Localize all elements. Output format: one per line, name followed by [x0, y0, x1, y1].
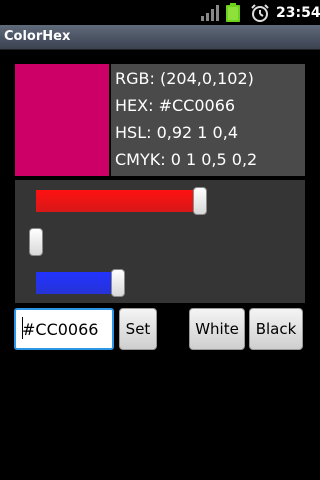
- battery-icon: [226, 3, 240, 22]
- hex-input[interactable]: [14, 308, 114, 350]
- text-cursor: [22, 317, 23, 339]
- cmyk-value: CMYK: 0 1 0,5 0,2: [115, 150, 258, 169]
- black-button[interactable]: Black: [249, 308, 303, 350]
- blue-slider-track[interactable]: [36, 272, 118, 294]
- color-swatch: [15, 64, 109, 176]
- set-button[interactable]: Set: [119, 308, 157, 350]
- blue-slider-thumb[interactable]: [111, 269, 125, 297]
- hsl-value: HSL: 0,92 1 0,4: [115, 123, 238, 142]
- white-button[interactable]: White: [189, 308, 245, 350]
- status-bar: 23:54: [0, 0, 320, 25]
- green-slider-thumb[interactable]: [29, 228, 43, 256]
- red-slider-thumb[interactable]: [193, 187, 207, 215]
- color-info-panel: RGB: (204,0,102) HEX: #CC0066 HSL: 0,92 …: [111, 64, 305, 176]
- alarm-icon: [251, 4, 269, 22]
- app-title: ColorHex: [4, 29, 71, 44]
- red-slider-track[interactable]: [36, 190, 200, 212]
- hex-value: HEX: #CC0066: [115, 96, 236, 115]
- rgb-sliders-panel: [15, 180, 305, 303]
- clock: 23:54: [276, 5, 320, 21]
- signal-icon: [201, 5, 219, 21]
- rgb-value: RGB: (204,0,102): [115, 69, 254, 88]
- title-bar: ColorHex: [0, 25, 320, 50]
